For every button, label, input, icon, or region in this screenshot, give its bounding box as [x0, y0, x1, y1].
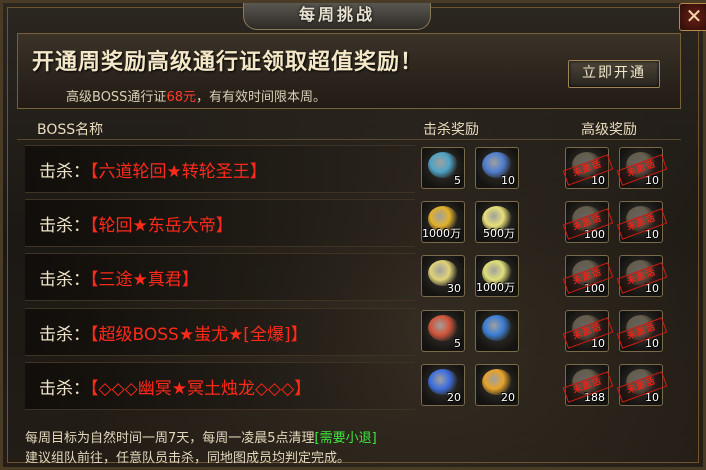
item-count: 500万 [483, 227, 515, 240]
kill-reward-slot[interactable]: 5 [421, 310, 465, 352]
premium-reward-slot[interactable]: 188 未激活 [562, 364, 614, 406]
close-button[interactable]: ✕ [679, 3, 706, 31]
kill-prefix: 击杀： [39, 379, 90, 399]
boss-row-label: 击杀：【六道轮回★转轮圣王】 [39, 157, 267, 182]
boss-row-label: 击杀：【超级BOSS★蚩尤★[全爆]】 [39, 320, 308, 345]
item-count: 20 [501, 391, 515, 404]
weekly-challenge-window: 每周挑战 ✕ 开通周奖励高级通行证领取超值奖励！ 高级BOSS通行证68元，有有… [0, 0, 706, 470]
boss-row: 击杀：【超级BOSS★蚩尤★[全爆]】 5 10 未激活 10 未激活 [25, 308, 679, 356]
kill-reward-slot[interactable] [475, 310, 519, 352]
premium-reward-slot[interactable]: 10 未激活 [616, 255, 668, 297]
banner-title: 开通周奖励高级通行证领取超值奖励！ [32, 50, 424, 75]
item-count: 5 [454, 337, 461, 350]
kill-prefix: 击杀： [39, 162, 90, 182]
pass-price: 68元 [166, 90, 196, 105]
item-count: 10 [501, 174, 515, 187]
header-divider [17, 139, 681, 140]
premium-reward-slot[interactable]: 100 未激活 [562, 201, 614, 243]
boss-row: 击杀：【六道轮回★转轮圣王】 5 10 10 未激活 10 未激活 [25, 145, 679, 193]
footer-notes: 每周目标为自然时间一周7天，每周一凌晨5点清理[需要小退] 建议组队前往，任意队… [25, 429, 377, 469]
column-boss-name: BOSS名称 [37, 122, 104, 138]
premium-reward-slot[interactable]: 100 未激活 [562, 255, 614, 297]
kill-reward-slot[interactable]: 1000万 [421, 201, 465, 243]
kill-reward-slot[interactable]: 500万 [475, 201, 519, 243]
boss-row-label: 击杀：【轮回★东岳大帝】 [39, 211, 233, 236]
boss-row-label: 击杀：【三途★真君】 [39, 265, 199, 290]
kill-prefix: 击杀： [39, 270, 90, 290]
premium-reward-slot[interactable]: 10 未激活 [562, 310, 614, 352]
boss-row: 击杀：【◇◇◇幽冥★冥土烛龙◇◇◇】 20 20 188 未激活 10 未激活 [25, 362, 679, 410]
kill-reward-slot[interactable]: 1000万 [475, 255, 519, 297]
boss-row-label: 击杀：【◇◇◇幽冥★冥土烛龙◇◇◇】 [39, 374, 311, 399]
boss-name: 【超级BOSS★蚩尤★[全爆]】 [90, 325, 308, 345]
activate-now-button[interactable]: 立即开通 [568, 60, 660, 88]
item-count: 30 [447, 282, 461, 295]
premium-reward-slot[interactable]: 10 未激活 [616, 310, 668, 352]
kill-reward-slot[interactable]: 5 [421, 147, 465, 189]
premium-reward-slot[interactable]: 10 未激活 [616, 201, 668, 243]
boss-name: 【◇◇◇幽冥★冥土烛龙◇◇◇】 [90, 379, 312, 399]
footer-text-1: 每周目标为自然时间一周7天，每周一凌晨5点清理 [25, 431, 315, 446]
premium-reward-slot[interactable]: 10 未激活 [616, 364, 668, 406]
boss-row: 击杀：【三途★真君】 30 1000万 100 未激活 10 未激活 [25, 253, 679, 301]
column-kill-reward: 击杀奖励 [423, 122, 479, 138]
boss-name: 【轮回★东岳大帝】 [90, 216, 233, 236]
item-count: 1000万 [422, 227, 461, 240]
window-title: 每周挑战 [243, 3, 431, 30]
kill-reward-slot[interactable]: 30 [421, 255, 465, 297]
kill-reward-slot[interactable]: 20 [475, 364, 519, 406]
item-count: 1000万 [476, 281, 515, 294]
banner-sub-text: 高级BOSS通行证 [66, 90, 167, 105]
boss-row: 击杀：【轮回★东岳大帝】 1000万 500万 100 未激活 10 未激活 [25, 199, 679, 247]
boss-name: 【六道轮回★转轮圣王】 [90, 162, 267, 182]
item-count: 5 [454, 174, 461, 187]
column-premium-reward: 高级奖励 [581, 122, 637, 138]
orb-icon [482, 315, 512, 341]
premium-reward-slot[interactable]: 10 未激活 [562, 147, 614, 189]
footer-line-2: 建议组队前往，任意队员击杀，同地图成员均判定完成。 [25, 451, 351, 466]
kill-prefix: 击杀： [39, 325, 90, 345]
banner-sub-text-2: ，有有效时间限本周。 [195, 90, 326, 105]
pass-banner: 开通周奖励高级通行证领取超值奖励！ 高级BOSS通行证68元，有有效时间限本周。… [17, 33, 681, 109]
premium-reward-slot[interactable]: 10 未激活 [616, 147, 668, 189]
kill-reward-slot[interactable]: 20 [421, 364, 465, 406]
banner-subtitle: 高级BOSS通行证68元，有有效时间限本周。 [66, 86, 326, 105]
kill-prefix: 击杀： [39, 216, 90, 236]
footer-relog-note: [需要小退] [314, 431, 377, 446]
item-count: 20 [447, 391, 461, 404]
footer-line-1: 每周目标为自然时间一周7天，每周一凌晨5点清理[需要小退] [25, 429, 377, 449]
boss-name: 【三途★真君】 [90, 270, 199, 290]
kill-reward-slot[interactable]: 10 [475, 147, 519, 189]
